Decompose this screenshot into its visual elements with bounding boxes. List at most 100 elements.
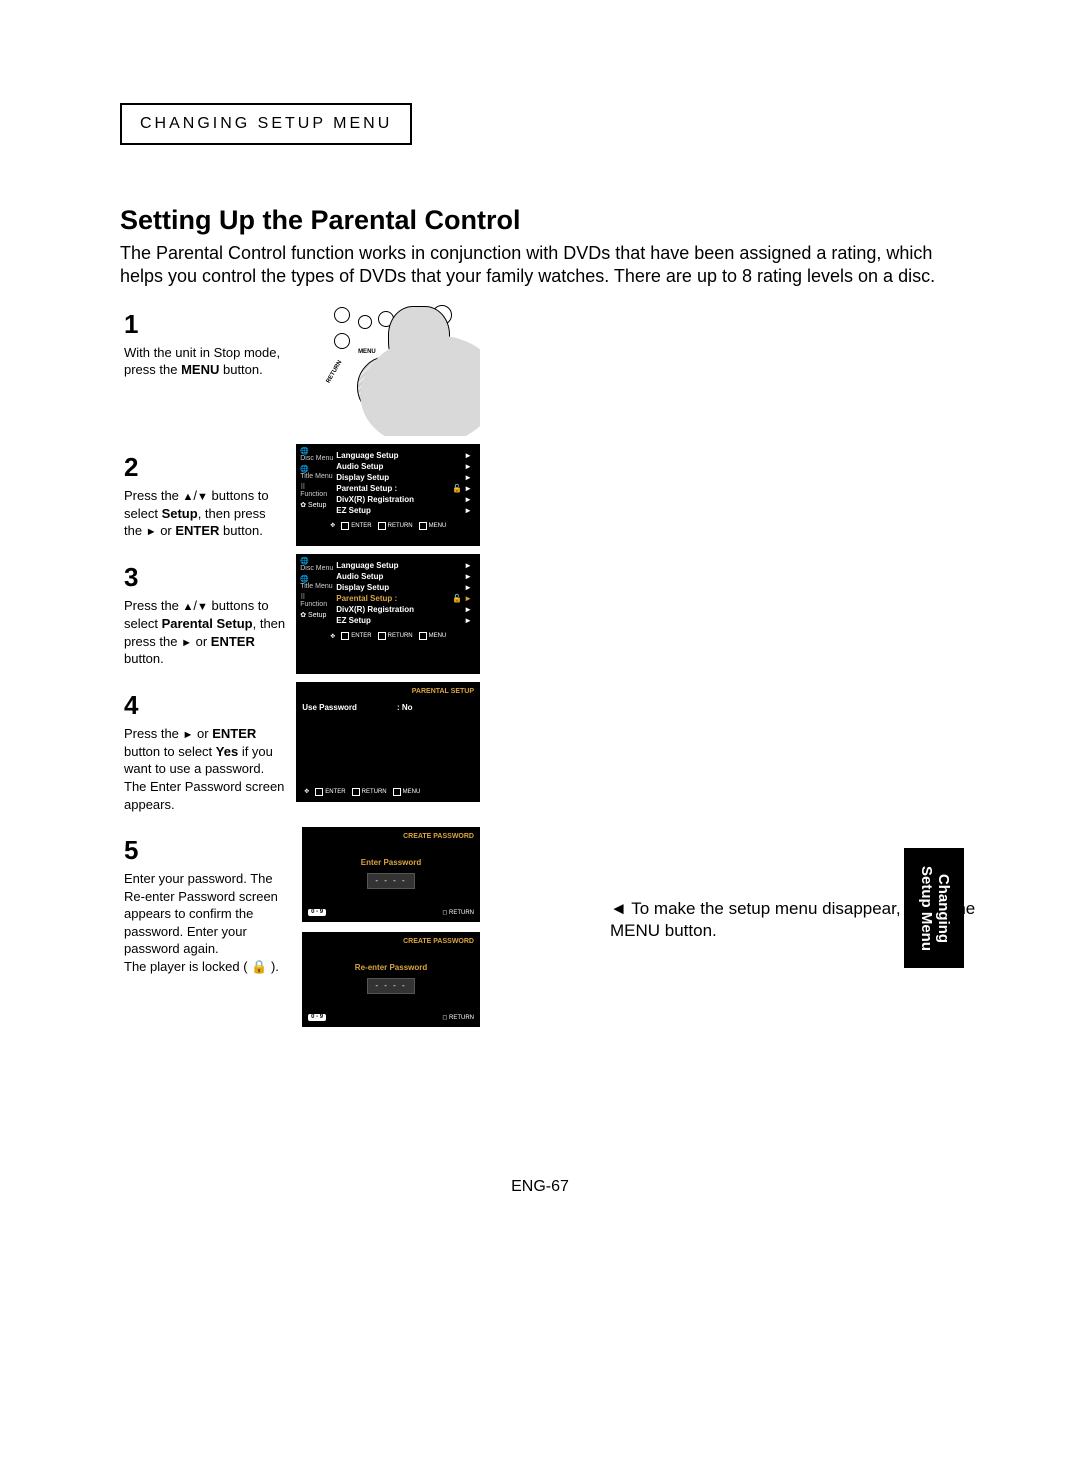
lock-icon: 🔓 [452, 594, 462, 603]
side-disc-label: Disc Menu [300, 565, 333, 572]
pw-return: ◻ RETURN [442, 1014, 474, 1021]
foot-enter-label: ENTER [351, 633, 371, 639]
side-setup-label: Setup [308, 502, 326, 509]
right-icon: ► [146, 526, 157, 538]
side-disc: 🌐Disc Menu [300, 448, 333, 462]
osd-item-language: Language Setup► [330, 560, 474, 571]
square-icon [341, 522, 349, 530]
pw-return-label: RETURN [449, 1015, 474, 1021]
enter-password-panel: CREATE PASSWORD Enter Password - - - - 0… [302, 827, 480, 922]
step-4: 4 Press the ► or ENTER button to select … [120, 682, 480, 819]
pw-footer: 0 - 9 ◻ RETURN [308, 909, 474, 916]
foot-return-label: RETURN [388, 523, 413, 529]
osd-divx: DivX(R) Registration [332, 495, 462, 504]
step-5: 5 Enter your password. The Re-enter Pass… [120, 827, 480, 1027]
foot-return: RETURN [378, 522, 413, 530]
step-2-text: 2 Press the ▲/▼ buttons to select Setup,… [120, 444, 296, 546]
square-icon [393, 788, 401, 796]
foot-enter: ENTER [341, 522, 371, 530]
step-number: 2 [124, 450, 286, 485]
s2-a: Press the [124, 488, 183, 503]
foot-menu-label: MENU [429, 633, 447, 639]
side-tab: Changing Setup Menu [904, 848, 964, 968]
stop-icon [358, 315, 372, 329]
arrow-icon: ► [462, 462, 472, 471]
side-title: 🌐Title Menu [300, 576, 333, 590]
side-title-label: Title Menu [300, 473, 332, 480]
parental-setup-panel: PARENTAL SETUP Use Password : No ✥ ENTER… [296, 682, 480, 802]
osd-lang: Language Setup [332, 451, 462, 460]
pw-header: CREATE PASSWORD [308, 833, 474, 840]
s3-bold2: ENTER [211, 634, 255, 649]
side-func-label: Function [300, 491, 327, 498]
step-4-text: 4 Press the ► or ENTER button to select … [120, 682, 296, 819]
foot-return: RETURN [378, 632, 413, 640]
up-icon: ▲ [183, 491, 194, 503]
foot-enter: ENTER [315, 788, 345, 796]
menu-label: MENU [358, 349, 376, 355]
osd-list: Language Setup► Audio Setup► Display Set… [330, 450, 474, 516]
step-number: 5 [124, 833, 292, 868]
osd-lang: Language Setup [332, 561, 462, 570]
side-tab-line1: Changing [935, 873, 952, 942]
osd-footer: ✥ ENTER RETURN MENU [302, 522, 474, 530]
pw-return: ◻ RETURN [442, 909, 474, 916]
pw-return-label: RETURN [449, 910, 474, 916]
foot-return-label: RETURN [362, 789, 387, 795]
enter-password-prompt: Enter Password [308, 858, 474, 867]
arrow-icon: ► [462, 506, 472, 515]
step-number: 3 [124, 560, 286, 595]
panel-header: PARENTAL SETUP [302, 688, 474, 695]
s4-c: button to select [124, 744, 216, 759]
foot-menu: MENU [393, 788, 421, 796]
square-icon [378, 632, 386, 640]
arrow-icon: ► [462, 572, 472, 581]
step-1-post: button. [219, 362, 262, 377]
page-number: ENG-67 [120, 1178, 960, 1196]
osd-item-display: Display Setup► [330, 582, 474, 593]
reenter-password-panel: CREATE PASSWORD Re-enter Password - - - … [302, 932, 480, 1027]
osd-display: Display Setup [332, 583, 462, 592]
osd-item-ez: EZ Setup► [330, 505, 474, 516]
step-3-text: 3 Press the ▲/▼ buttons to select Parent… [120, 554, 296, 674]
foot-menu-label: MENU [403, 789, 421, 795]
foot-menu: MENU [419, 522, 447, 530]
down-icon: ▼ [197, 491, 208, 503]
pw-header: CREATE PASSWORD [308, 938, 474, 945]
osd-display: Display Setup [332, 473, 462, 482]
step-1-bold: MENU [181, 362, 219, 377]
up-icon: ▲ [183, 601, 194, 613]
osd-item-display: Display Setup► [330, 472, 474, 483]
s4-a: Press the [124, 726, 183, 741]
password-panels: CREATE PASSWORD Enter Password - - - - 0… [302, 827, 480, 1027]
hand-palm [352, 324, 480, 435]
side-setup: ✿ Setup [300, 612, 333, 619]
s3-bold: Parental Setup [162, 616, 253, 631]
osd-footer: ✥ ENTER RETURN MENU [302, 632, 474, 640]
s2-bold2: ENTER [175, 523, 219, 538]
side-title-label: Title Menu [300, 583, 332, 590]
arrow-icon: ► [462, 495, 472, 504]
side-func: ⠿Function [300, 594, 333, 608]
foot-return-label: RETURN [388, 633, 413, 639]
arrow-icon: ► [462, 561, 472, 570]
side-setup-label: Setup [308, 612, 326, 619]
osd-screenshot-2: 🌐Disc Menu 🌐Title Menu ⠿Function ✿ Setup… [296, 444, 480, 546]
s3-d: or [192, 634, 211, 649]
side-disc-label: Disc Menu [300, 455, 333, 462]
arrow-icon: ► [462, 605, 472, 614]
step-number: 4 [124, 688, 286, 723]
foot-enter-label: ENTER [325, 789, 345, 795]
s5-locked-pre: The player is locked ( [124, 959, 251, 974]
pw-footer: 0 - 9 ◻ RETURN [308, 1014, 474, 1021]
section-label: CHANGING SETUP MENU [140, 115, 392, 132]
step-5-text: 5 Enter your password. The Re-enter Pass… [120, 827, 302, 1027]
reenter-password-prompt: Re-enter Password [308, 963, 474, 972]
foot-return: RETURN [352, 788, 387, 796]
manual-page: CHANGING SETUP MENU Setting Up the Paren… [120, 103, 960, 1035]
use-password-label: Use Password [302, 703, 357, 712]
arrow-icon: ► [462, 583, 472, 592]
use-password-value: : No [397, 703, 413, 712]
password-box: - - - - [367, 873, 415, 889]
s4-b: or [193, 726, 212, 741]
